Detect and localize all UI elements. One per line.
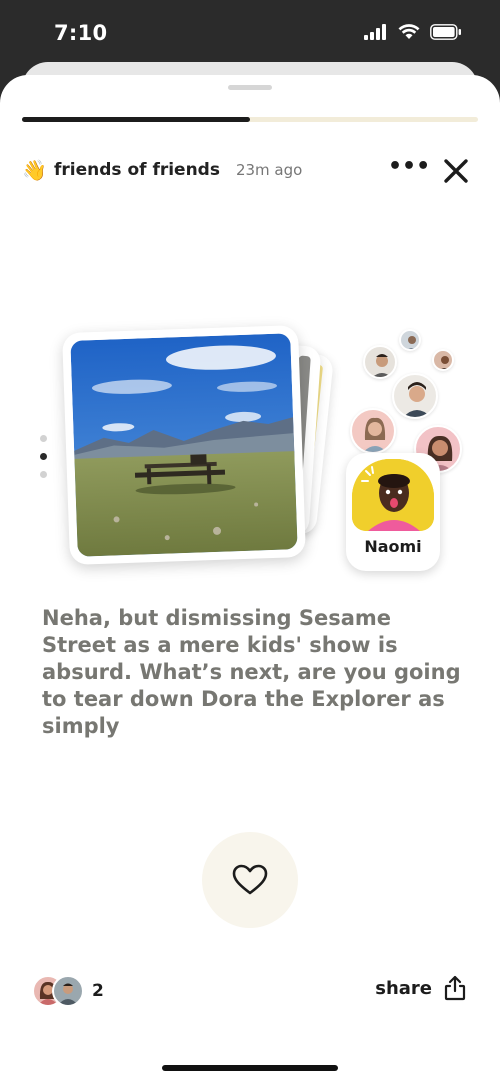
responder-avatar: [352, 459, 434, 531]
story-progress-fill: [22, 117, 250, 122]
more-dots-icon: •••: [388, 154, 431, 179]
friend-avatar: [363, 345, 397, 379]
timestamp: 23m ago: [235, 161, 303, 179]
responder-card[interactable]: Naomi: [346, 453, 440, 571]
post-text: Neha, but dismissing Sesame Street as a …: [42, 606, 461, 738]
sheet-grabber[interactable]: [228, 85, 272, 90]
pager-dot[interactable]: [40, 435, 47, 442]
story-header: 👋 friends of friends 23m ago •••: [22, 155, 478, 185]
more-options-button[interactable]: •••: [388, 155, 430, 185]
photo-card[interactable]: [62, 324, 306, 566]
friend-avatar: [392, 373, 438, 419]
like-count: 2: [92, 981, 104, 1001]
waving-hand-icon: 👋: [22, 158, 47, 182]
wifi-icon: [398, 24, 420, 39]
audience-label: friends of friends: [54, 160, 220, 180]
story-progress-bar: [22, 117, 478, 122]
card-pager: [38, 435, 50, 489]
heart-icon: [232, 864, 268, 895]
status-icons: [364, 24, 462, 40]
liker-avatar: [52, 975, 84, 1007]
signal-icon: [364, 24, 386, 40]
likers-summary[interactable]: 2: [32, 975, 104, 1007]
friend-avatar: [432, 349, 454, 371]
status-bar: 7:10: [0, 0, 500, 64]
like-button[interactable]: [202, 832, 298, 928]
friend-avatar: [350, 408, 396, 454]
pager-dot[interactable]: [40, 471, 47, 478]
share-button[interactable]: share: [375, 975, 466, 1001]
home-indicator[interactable]: [162, 1065, 338, 1071]
status-time: 7:10: [54, 21, 108, 45]
pager-dot[interactable]: [40, 453, 47, 460]
share-icon: [444, 975, 466, 1001]
close-button[interactable]: [442, 157, 470, 185]
landscape-photo: [70, 333, 298, 557]
share-label: share: [375, 977, 432, 999]
story-sheet: 👋 friends of friends 23m ago ••• Naomi N…: [0, 75, 500, 1083]
responder-name: Naomi: [364, 537, 422, 556]
close-icon: [444, 159, 468, 183]
friend-avatar: [399, 329, 421, 351]
battery-icon: [430, 24, 461, 40]
